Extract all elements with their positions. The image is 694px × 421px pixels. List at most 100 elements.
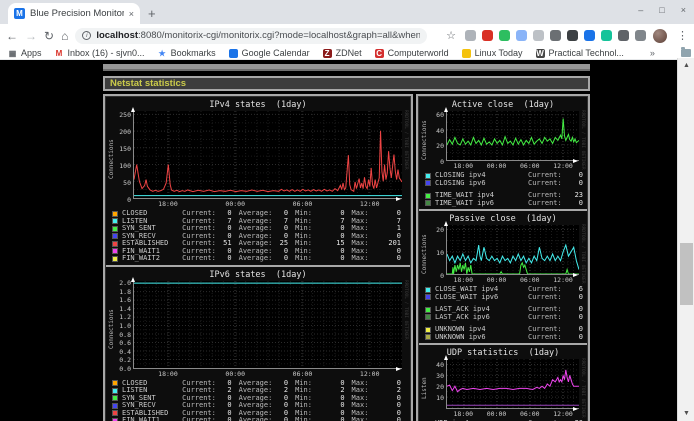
tab-close-icon[interactable]: × — [129, 9, 134, 19]
legend-name: UNKNOWN ipv6 — [435, 334, 528, 341]
bookmark-label: Bookmarks — [171, 48, 216, 58]
page-scrollbar[interactable]: ▲ ▼ — [677, 58, 694, 421]
browser-window: M Blue Precision Monitorix × + – □ × ← →… — [0, 0, 694, 420]
bookmarks-overflow-icon[interactable]: » — [650, 48, 655, 58]
browser-tab[interactable]: M Blue Precision Monitorix × — [8, 3, 140, 24]
legend-swatch — [425, 314, 431, 320]
rrdtool-watermark: RRDTOOL / TOBI OETIKER — [580, 224, 585, 284]
rrdtool-watermark: RRDTOOL / TOBI OETIKER — [580, 358, 585, 418]
maximize-button[interactable]: □ — [659, 4, 664, 16]
puzzle-extensions-icon[interactable] — [618, 30, 629, 41]
active-close-graph[interactable]: Active close (1day)Connections020406018:… — [421, 100, 585, 207]
legend-stat-label: Min: — [295, 255, 330, 262]
legend-stat-label: Current: — [182, 255, 217, 262]
graph-legend: CLOSEDCurrent:0Average:0Min:0Max:0LISTEN… — [112, 380, 408, 421]
dark-square-extension-icon[interactable] — [567, 30, 578, 41]
y-axis-ticks: 01020 — [429, 225, 446, 284]
tab-queue-extension-icon[interactable] — [635, 30, 646, 41]
browser-menu-icon[interactable]: ⋮ — [677, 29, 688, 42]
grammarly-extension-icon[interactable] — [601, 30, 612, 41]
legend-row: TIME_WAIT ipv6Current:0 — [425, 200, 585, 208]
x-axis-ticks: 18:0000:0006:0012:00 — [133, 369, 402, 378]
reload-icon[interactable]: ↻ — [44, 30, 54, 42]
zdnet-icon: Z — [323, 49, 332, 58]
star-icon: ★ — [158, 49, 167, 58]
y-axis-arrow-icon — [131, 107, 135, 112]
bookmark-label: Inbox (16) - sjvn0... — [68, 48, 145, 58]
bookmark-label: Google Calendar — [242, 48, 310, 58]
back-icon[interactable]: ← — [6, 30, 18, 42]
address-bar[interactable]: i localhost:8080/monitorix-cgi/monitorix… — [75, 28, 427, 44]
previous-section-edge — [103, 64, 590, 71]
forward-icon[interactable]: → — [25, 30, 37, 42]
extension-icons-row — [465, 30, 646, 41]
plot-area — [133, 281, 402, 369]
legend-stat-label: Max: — [352, 417, 387, 421]
home-icon[interactable]: ⌂ — [61, 30, 68, 42]
minimize-button[interactable]: – — [638, 4, 643, 16]
legend-swatch — [425, 294, 431, 300]
legend-stat-label: Current: — [528, 200, 568, 207]
legend-row: FIN_WAIT2Current:0Average:0Min:0Max:0 — [112, 255, 408, 263]
new-tab-button[interactable]: + — [148, 6, 156, 21]
bookmarks-bar-items: ▦Apps MInbox (16) - sjvn0... ★ Bookmarks Goo… — [8, 48, 624, 58]
graph-title: IPv6 states (1day) — [108, 270, 408, 280]
bookmark-item[interactable]: ★ Bookmarks — [158, 48, 216, 58]
rrdtool-watermark: RRDTOOL / TOBI OETIKER — [403, 110, 408, 170]
legend-swatch — [112, 403, 118, 409]
bookmark-item[interactable]: Z ZDNet — [323, 48, 362, 58]
evernote-extension-icon[interactable] — [499, 30, 510, 41]
y-axis-ticks: 0204060 — [429, 111, 446, 170]
profile-avatar[interactable] — [653, 29, 667, 43]
messenger-extension-icon[interactable] — [584, 30, 595, 41]
scroll-up-icon[interactable]: ▲ — [678, 58, 694, 73]
ipv6-states-graph[interactable]: IPv6 states (1day)Connections0.00.20.40.… — [108, 270, 408, 421]
scroll-down-icon[interactable]: ▼ — [678, 406, 694, 421]
wordpress-icon: W — [536, 49, 545, 58]
bookmark-star-icon[interactable]: ☆ — [446, 29, 456, 42]
passive-close-graph[interactable]: Passive close (1day)Connections0102018:0… — [421, 214, 585, 341]
legend-swatch — [112, 233, 118, 239]
calendar-icon — [229, 49, 238, 58]
left-graphs-panel: IPv4 states (1day)Connections05010015020… — [103, 94, 413, 421]
folder-icon — [681, 49, 691, 57]
linux-today-icon — [462, 49, 471, 58]
section-title: Netstat statistics — [103, 76, 590, 91]
plot-area — [446, 111, 579, 161]
computerworld-icon: C — [375, 49, 384, 58]
other-bookmarks-button[interactable]: Other bookmarks — [681, 48, 694, 58]
gray-square-extension-icon[interactable] — [533, 30, 544, 41]
legend-stat-value: 0 — [217, 255, 232, 262]
gmail-extension-icon[interactable] — [482, 30, 493, 41]
page-info-icon[interactable]: i — [82, 31, 91, 40]
bookmark-item[interactable]: ▦Apps — [8, 48, 42, 58]
legend-swatch — [112, 218, 118, 224]
cast-extension-icon[interactable] — [550, 30, 561, 41]
legend-swatch — [425, 180, 431, 186]
bookmark-item[interactable]: Linux Today — [462, 48, 523, 58]
window-close-button[interactable]: × — [681, 4, 686, 16]
scrollbar-thumb[interactable] — [680, 243, 693, 305]
rrdtool-watermark: RRDTOOL / TOBI OETIKER — [580, 110, 585, 170]
copy-pages-extension-icon[interactable] — [516, 30, 527, 41]
bookmark-item[interactable]: Google Calendar — [229, 48, 310, 58]
legend-row: LAST_ACK ipv6Current:0 — [425, 314, 585, 322]
url-text: localhost:8080/monitorix-cgi/monitorix.c… — [96, 30, 420, 41]
bookmark-item[interactable]: CComputerworld — [375, 48, 449, 58]
ipv4-states-graph[interactable]: IPv4 states (1day)Connections05010015020… — [108, 100, 408, 263]
legend-swatch — [112, 256, 118, 262]
y-axis-label: Connections — [108, 111, 116, 208]
x-axis-ticks: 18:0000:0006:0012:00 — [446, 161, 579, 170]
legend-stat-value: 0 — [330, 255, 345, 262]
legend-stat-value: 0 — [274, 417, 289, 421]
bookmark-item[interactable]: MInbox (16) - sjvn0... — [55, 48, 145, 58]
bookmarks-bar: ▦Apps MInbox (16) - sjvn0... ★ Bookmarks Goo… — [0, 47, 694, 60]
legend-stat-value: 0 — [274, 255, 289, 262]
bookmark-label: ZDNet — [336, 48, 362, 58]
bookmark-item[interactable]: WPractical Technol... — [536, 48, 624, 58]
udp-statistics-graph[interactable]: UDP statistics (1day)Listen1020304018:00… — [421, 348, 585, 421]
x-axis-ticks: 18:0000:0006:0012:00 — [446, 409, 579, 418]
plot-area — [133, 111, 402, 199]
search-extension-icon[interactable] — [465, 30, 476, 41]
right-graphs-panel: Active close (1day)Connections020406018:… — [416, 94, 590, 421]
